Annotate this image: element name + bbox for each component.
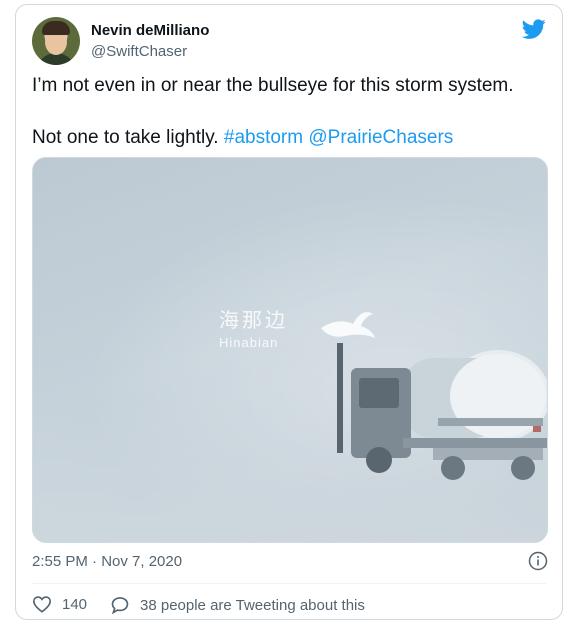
watermark-en: Hinabian	[219, 335, 279, 350]
tweet-card: Nevin deMilliano @SwiftChaser I’m not ev…	[15, 4, 563, 620]
conversation-link[interactable]: 38 people are Tweeting about this	[110, 595, 365, 615]
tweet-media-image[interactable]: 海那边 Hinabian	[32, 157, 548, 543]
watermark: 海那边 Hinabian	[219, 304, 288, 350]
watermark-bird-icon	[321, 312, 375, 338]
mention-link[interactable]: @PrairieChasers	[308, 127, 453, 148]
info-icon[interactable]	[528, 551, 548, 571]
tweet-timestamp[interactable]: 2:55 PM · Nov 7, 2020	[32, 553, 182, 570]
like-button[interactable]: 140	[32, 595, 87, 613]
speech-bubble-icon	[111, 597, 129, 615]
tweet-line-2: Not one to take lightly. #abstorm @Prair…	[32, 125, 547, 151]
author-handle[interactable]: @SwiftChaser	[91, 43, 187, 60]
twitter-bird-icon[interactable]	[522, 17, 546, 41]
divider	[32, 583, 546, 584]
tweet-text: I’m not even in or near the bullseye for…	[32, 73, 547, 151]
conversation-text: 38 people are Tweeting about this	[140, 596, 365, 614]
hashtag-link[interactable]: #abstorm	[224, 127, 303, 148]
watermark-cn: 海那边	[219, 308, 288, 332]
heart-icon	[32, 596, 52, 613]
tweet-line-2-text: Not one to take lightly.	[32, 127, 224, 148]
tweet-line-1: I’m not even in or near the bullseye for…	[32, 75, 514, 96]
avatar[interactable]	[32, 17, 80, 65]
author-name[interactable]: Nevin deMilliano	[91, 22, 209, 39]
like-count: 140	[62, 595, 88, 613]
